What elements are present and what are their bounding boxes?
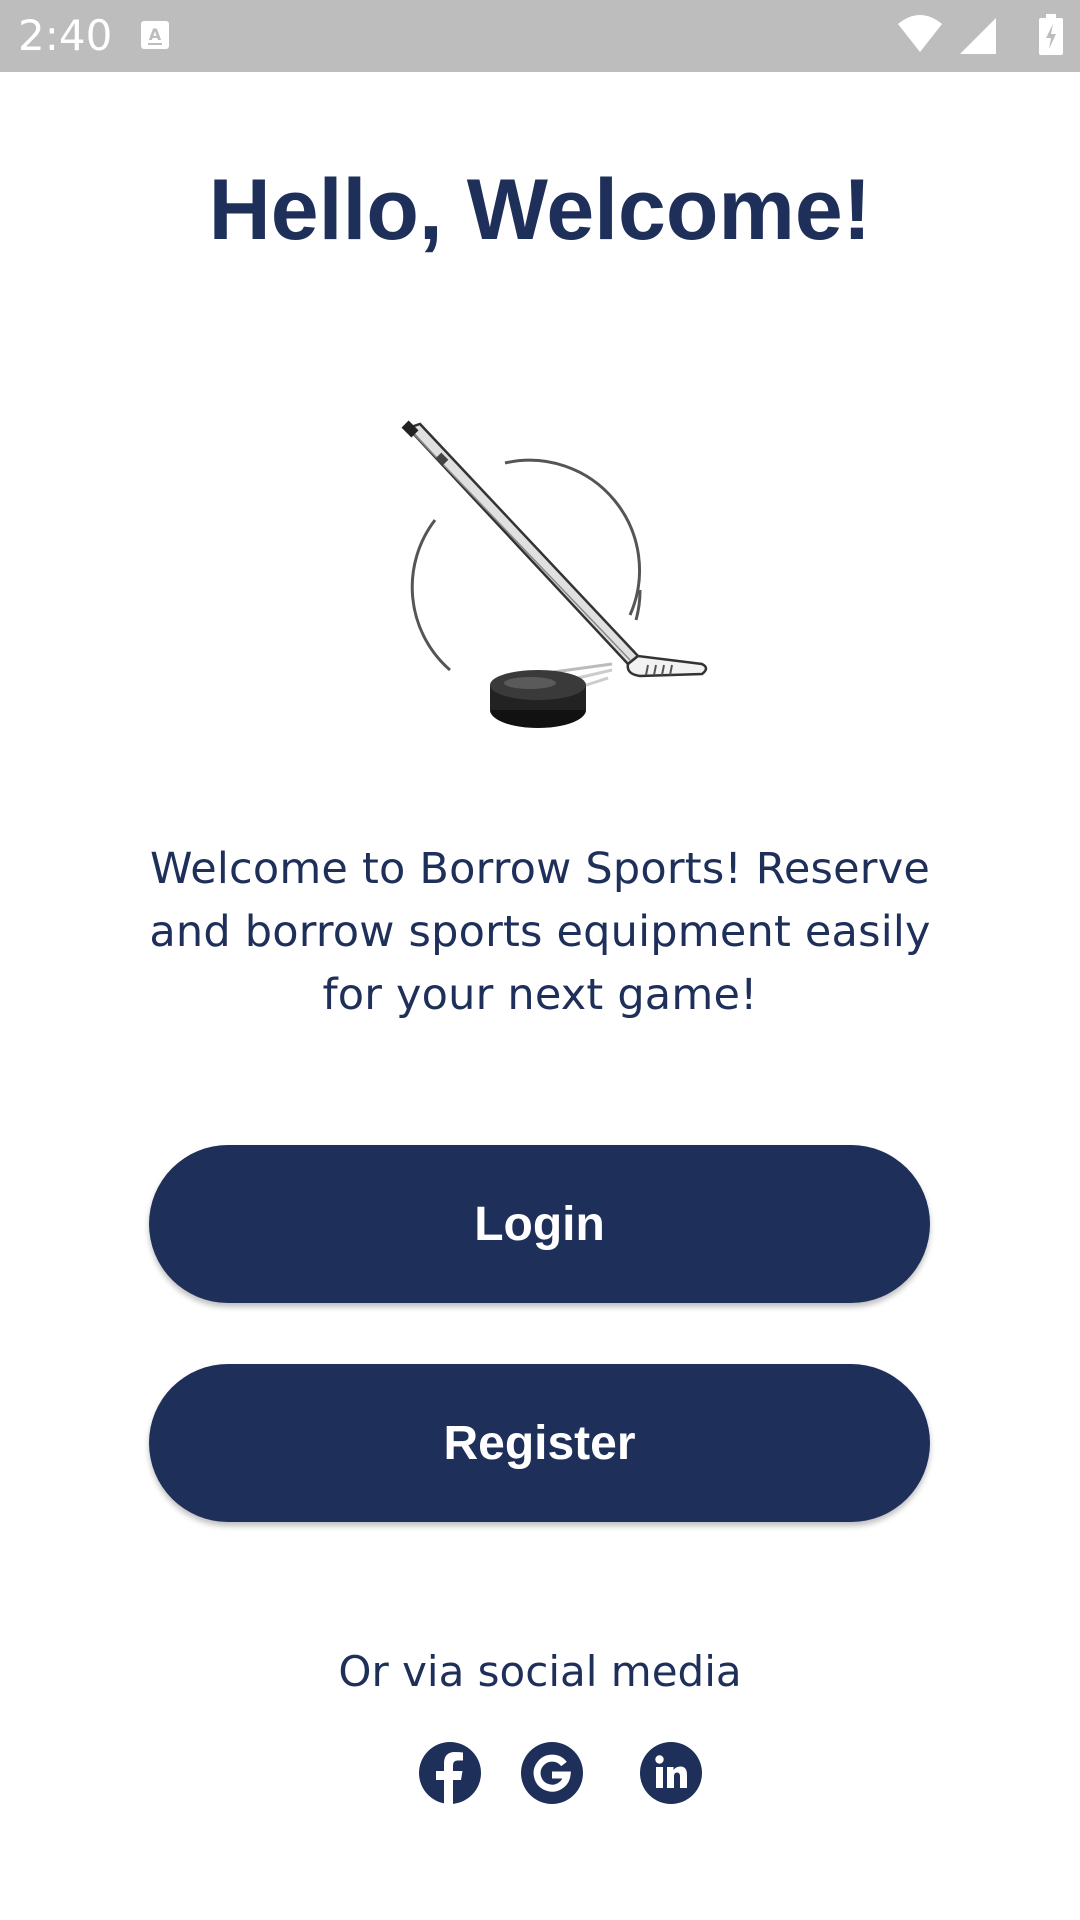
- signal-icon: [960, 18, 996, 54]
- wifi-icon: [898, 15, 942, 52]
- keyboard-a-icon: A: [141, 21, 169, 49]
- status-time: 2:40: [18, 11, 113, 60]
- svg-text:A: A: [149, 25, 162, 44]
- linkedin-icon[interactable]: [640, 1742, 702, 1804]
- welcome-description: Welcome to Borrow Sports! Reserve and bo…: [149, 844, 931, 1020]
- google-icon[interactable]: [521, 1742, 583, 1804]
- battery-charging-icon: [1039, 14, 1063, 55]
- social-icons-row: [0, 1742, 1080, 1806]
- login-button[interactable]: Login: [149, 1145, 930, 1303]
- register-button[interactable]: Register: [149, 1364, 930, 1522]
- status-bar: 2:40 A: [0, 0, 1080, 72]
- welcome-screen: 2:40 A Hello, Welcome! Welcome to Borrow…: [0, 0, 1080, 1920]
- page-title: Hello, Welcome!: [208, 162, 872, 258]
- facebook-icon[interactable]: [419, 1742, 481, 1804]
- hockey-stick-puck-logo: [401, 420, 708, 728]
- social-caption: Or via social media: [338, 1647, 742, 1696]
